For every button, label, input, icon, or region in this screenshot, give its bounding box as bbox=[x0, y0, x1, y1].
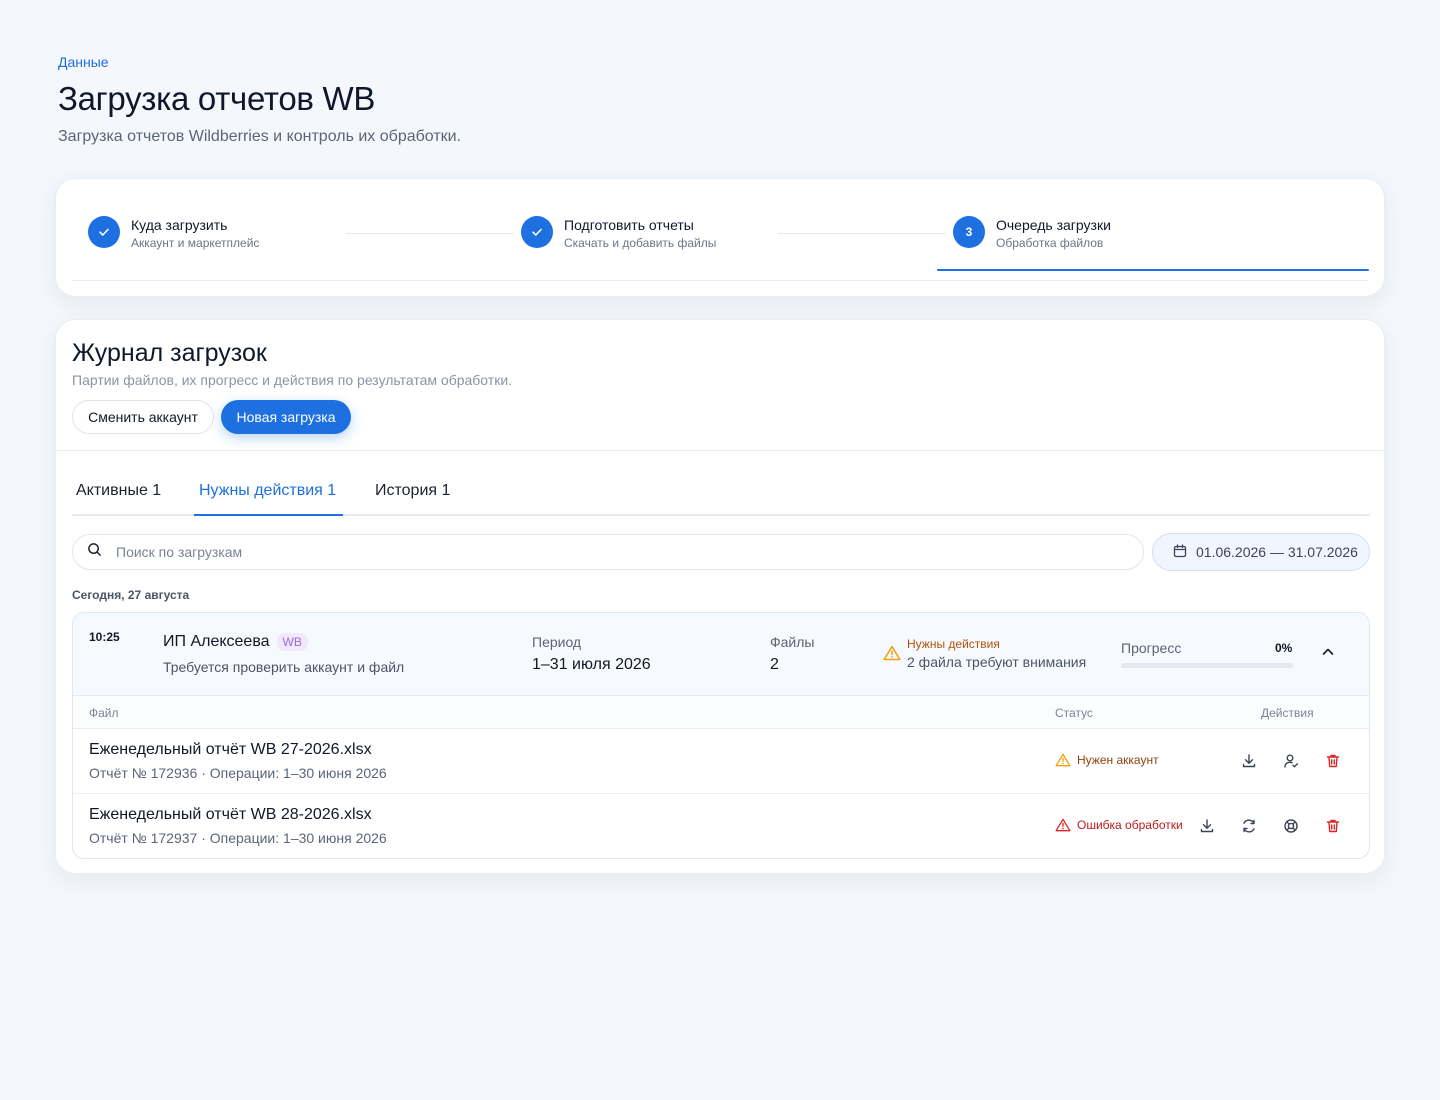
journal-card: Журнал загрузок Партии файлов, их прогре… bbox=[55, 319, 1385, 874]
batch-time: 10:25 bbox=[89, 630, 120, 644]
warning-desc: 2 файла требуют внимания bbox=[907, 654, 1087, 670]
stepper-divider bbox=[72, 280, 1368, 281]
check-icon bbox=[88, 216, 120, 248]
new-upload-button[interactable]: Новая загрузка bbox=[221, 400, 351, 434]
files-value: 2 bbox=[770, 656, 779, 673]
marketplace-badge: WB bbox=[276, 633, 308, 651]
step-title: Подготовить отчеты bbox=[564, 217, 694, 233]
file-name: Еженедельный отчёт WB 28-2026.xlsx bbox=[89, 806, 372, 823]
step-desc: Аккаунт и маркетплейс bbox=[131, 236, 260, 250]
step-title: Очередь загрузки bbox=[996, 217, 1111, 233]
check-icon bbox=[521, 216, 553, 248]
assign-account-icon[interactable] bbox=[1279, 749, 1303, 773]
progress-percent: 0% bbox=[1275, 641, 1293, 655]
tab-history[interactable]: История 1 bbox=[375, 482, 450, 500]
status-text: Ошибка обработки bbox=[1077, 818, 1183, 832]
page-subtitle: Загрузка отчетов Wildberries и контроль … bbox=[58, 128, 462, 145]
calendar-icon bbox=[1173, 543, 1187, 561]
step-desc: Обработка файлов bbox=[996, 236, 1104, 250]
file-name: Еженедельный отчёт WB 27-2026.xlsx bbox=[89, 741, 372, 758]
stepper-card: Куда загрузить Аккаунт и маркетплейс Под… bbox=[55, 178, 1385, 297]
files-table-header: Файл Статус Действия bbox=[73, 696, 1369, 729]
step-prepare[interactable]: Подготовить отчеты Скачать и добавить фа… bbox=[521, 216, 716, 256]
switch-account-button[interactable]: Сменить аккаунт bbox=[72, 400, 214, 434]
file-meta: Отчёт № 172936 · Операции: 1–30 июня 202… bbox=[89, 765, 387, 781]
trash-icon[interactable] bbox=[1321, 749, 1345, 773]
tabs: Активные 1 Нужны действия 1 История 1 bbox=[72, 470, 1370, 516]
breadcrumb[interactable]: Данные bbox=[58, 54, 109, 70]
chevron-up-icon[interactable] bbox=[1321, 645, 1335, 664]
page-title: Загрузка отчетов WB bbox=[58, 80, 376, 117]
step-active-indicator bbox=[937, 269, 1369, 271]
progress-bar bbox=[1121, 663, 1293, 668]
files-label: Файлы bbox=[770, 634, 815, 650]
period-label: Период bbox=[532, 634, 582, 650]
date-range-text: 01.06.2026 — 31.07.2026 bbox=[1196, 544, 1358, 560]
file-meta: Отчёт № 172937 · Операции: 1–30 июня 202… bbox=[89, 830, 387, 846]
status-text: Нужен аккаунт bbox=[1077, 753, 1159, 767]
warning-icon bbox=[883, 645, 901, 666]
date-range-picker[interactable]: 01.06.2026 — 31.07.2026 bbox=[1152, 533, 1370, 571]
step-queue[interactable]: 3 Очередь загрузки Обработка файлов bbox=[953, 216, 1111, 256]
progress-label: Прогресс bbox=[1121, 640, 1182, 656]
search-icon bbox=[87, 542, 102, 562]
warning-icon bbox=[1055, 753, 1071, 767]
account-name: ИП Алексеева bbox=[163, 633, 270, 650]
support-icon[interactable] bbox=[1279, 814, 1303, 838]
step-connector bbox=[346, 233, 514, 234]
step-desc: Скачать и добавить файлы bbox=[564, 236, 717, 250]
step-destination[interactable]: Куда загрузить Аккаунт и маркетплейс bbox=[88, 216, 259, 256]
status-badge: Ошибка обработки bbox=[1055, 818, 1183, 832]
warning-title: Нужны действия bbox=[907, 637, 1000, 651]
error-icon bbox=[1055, 818, 1071, 832]
search-input[interactable] bbox=[116, 544, 1016, 560]
th-actions: Действия bbox=[1261, 706, 1314, 720]
table-row: Еженедельный отчёт WB 27-2026.xlsx Отчёт… bbox=[73, 729, 1369, 794]
tab-underline bbox=[194, 514, 343, 516]
download-icon[interactable] bbox=[1195, 814, 1219, 838]
download-icon[interactable] bbox=[1237, 749, 1261, 773]
th-status: Статус bbox=[1055, 706, 1093, 720]
step-number: 3 bbox=[953, 216, 985, 248]
date-group-label: Сегодня, 27 августа bbox=[72, 588, 190, 602]
batch-account: ИП Алексеева WB bbox=[163, 633, 308, 651]
trash-icon[interactable] bbox=[1321, 814, 1345, 838]
tab-active[interactable]: Активные 1 bbox=[76, 482, 161, 500]
step-connector bbox=[778, 233, 946, 234]
journal-subtitle: Партии файлов, их прогресс и действия по… bbox=[72, 372, 513, 388]
status-badge: Нужен аккаунт bbox=[1055, 753, 1159, 767]
table-row: Еженедельный отчёт WB 28-2026.xlsx Отчёт… bbox=[73, 794, 1369, 858]
journal-title: Журнал загрузок bbox=[72, 339, 267, 367]
th-file: Файл bbox=[89, 706, 119, 720]
tab-needs-action[interactable]: Нужны действия 1 bbox=[199, 482, 336, 500]
divider bbox=[56, 450, 1384, 451]
search-box bbox=[72, 534, 1144, 570]
batch-header[interactable]: 10:25 ИП Алексеева WB Требуется проверит… bbox=[73, 613, 1369, 696]
step-title: Куда загрузить bbox=[131, 217, 228, 233]
period-value: 1–31 июля 2026 bbox=[532, 656, 651, 673]
upload-batch: 10:25 ИП Алексеева WB Требуется проверит… bbox=[72, 612, 1370, 859]
batch-note: Требуется проверить аккаунт и файл bbox=[163, 659, 405, 675]
retry-icon[interactable] bbox=[1237, 814, 1261, 838]
